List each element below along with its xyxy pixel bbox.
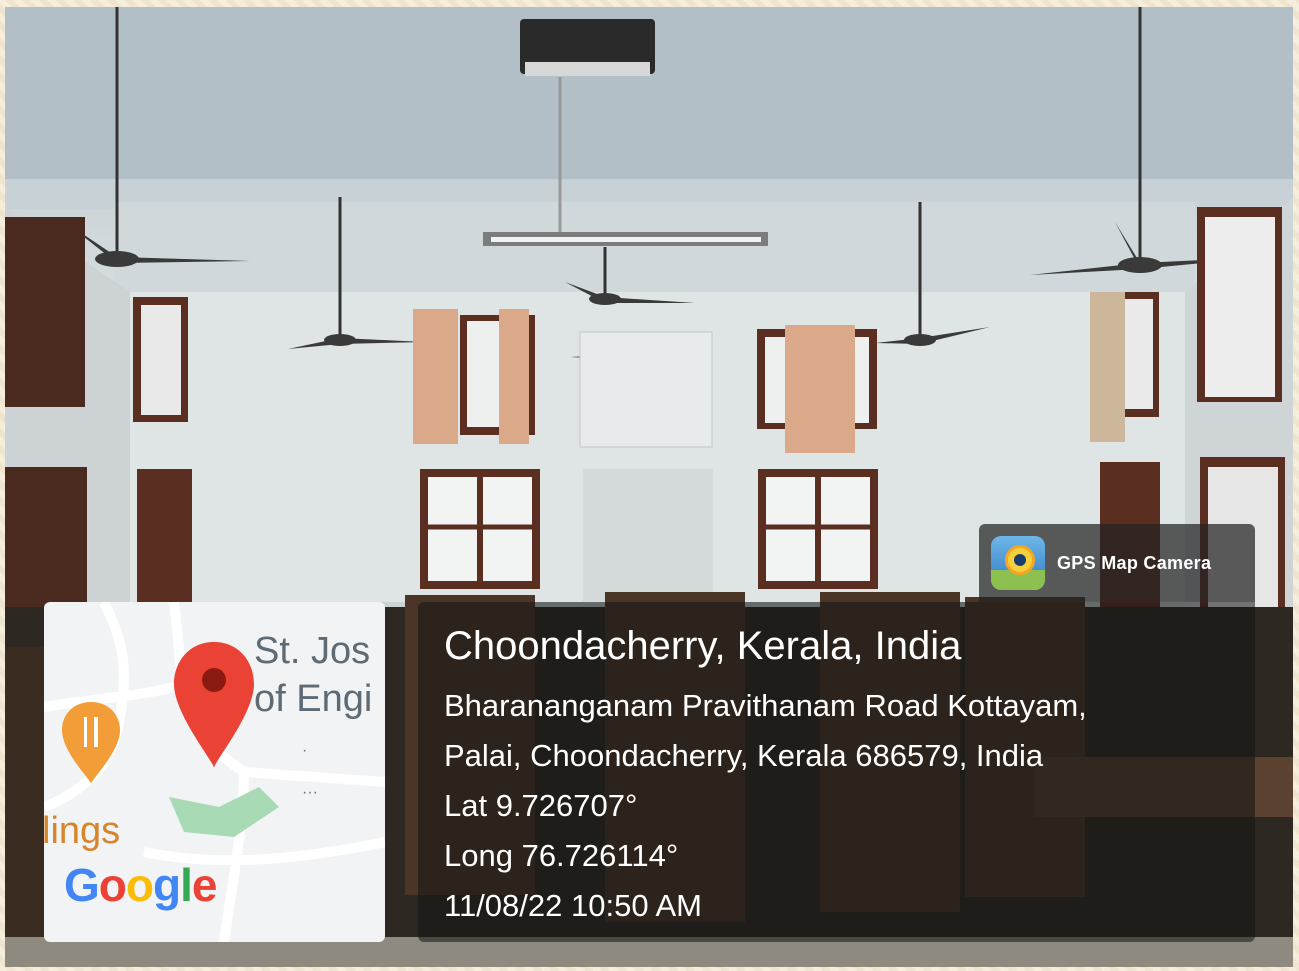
- timestamp: 11/08/22 10:50 AM: [444, 888, 702, 923]
- badge-label: GPS Map Camera: [1057, 552, 1212, 573]
- gps-map-camera-logo-icon: [991, 536, 1045, 590]
- latitude: Lat 9.726707°: [444, 788, 638, 823]
- location-info-panel: Choondacherry, Kerala, India Bharanangan…: [418, 602, 1255, 942]
- address-line-2: Palai, Choondacherry, Kerala 686579, Ind…: [444, 738, 1044, 773]
- location-title: Choondacherry, Kerala, India: [444, 624, 962, 668]
- longitude: Long 76.726114°: [444, 838, 679, 873]
- google-logo: Google: [64, 859, 217, 911]
- map-partial-label: lings: [44, 810, 121, 852]
- address-line-1: Bharananganam Pravithanam Road Kottayam,: [444, 688, 1087, 723]
- ceiling-beam-lower: [115, 202, 1195, 297]
- gps-map-camera-badge: GPS Map Camera: [979, 524, 1255, 602]
- map-thumbnail: St. Jos of Engi · ··· lings Google: [44, 602, 385, 942]
